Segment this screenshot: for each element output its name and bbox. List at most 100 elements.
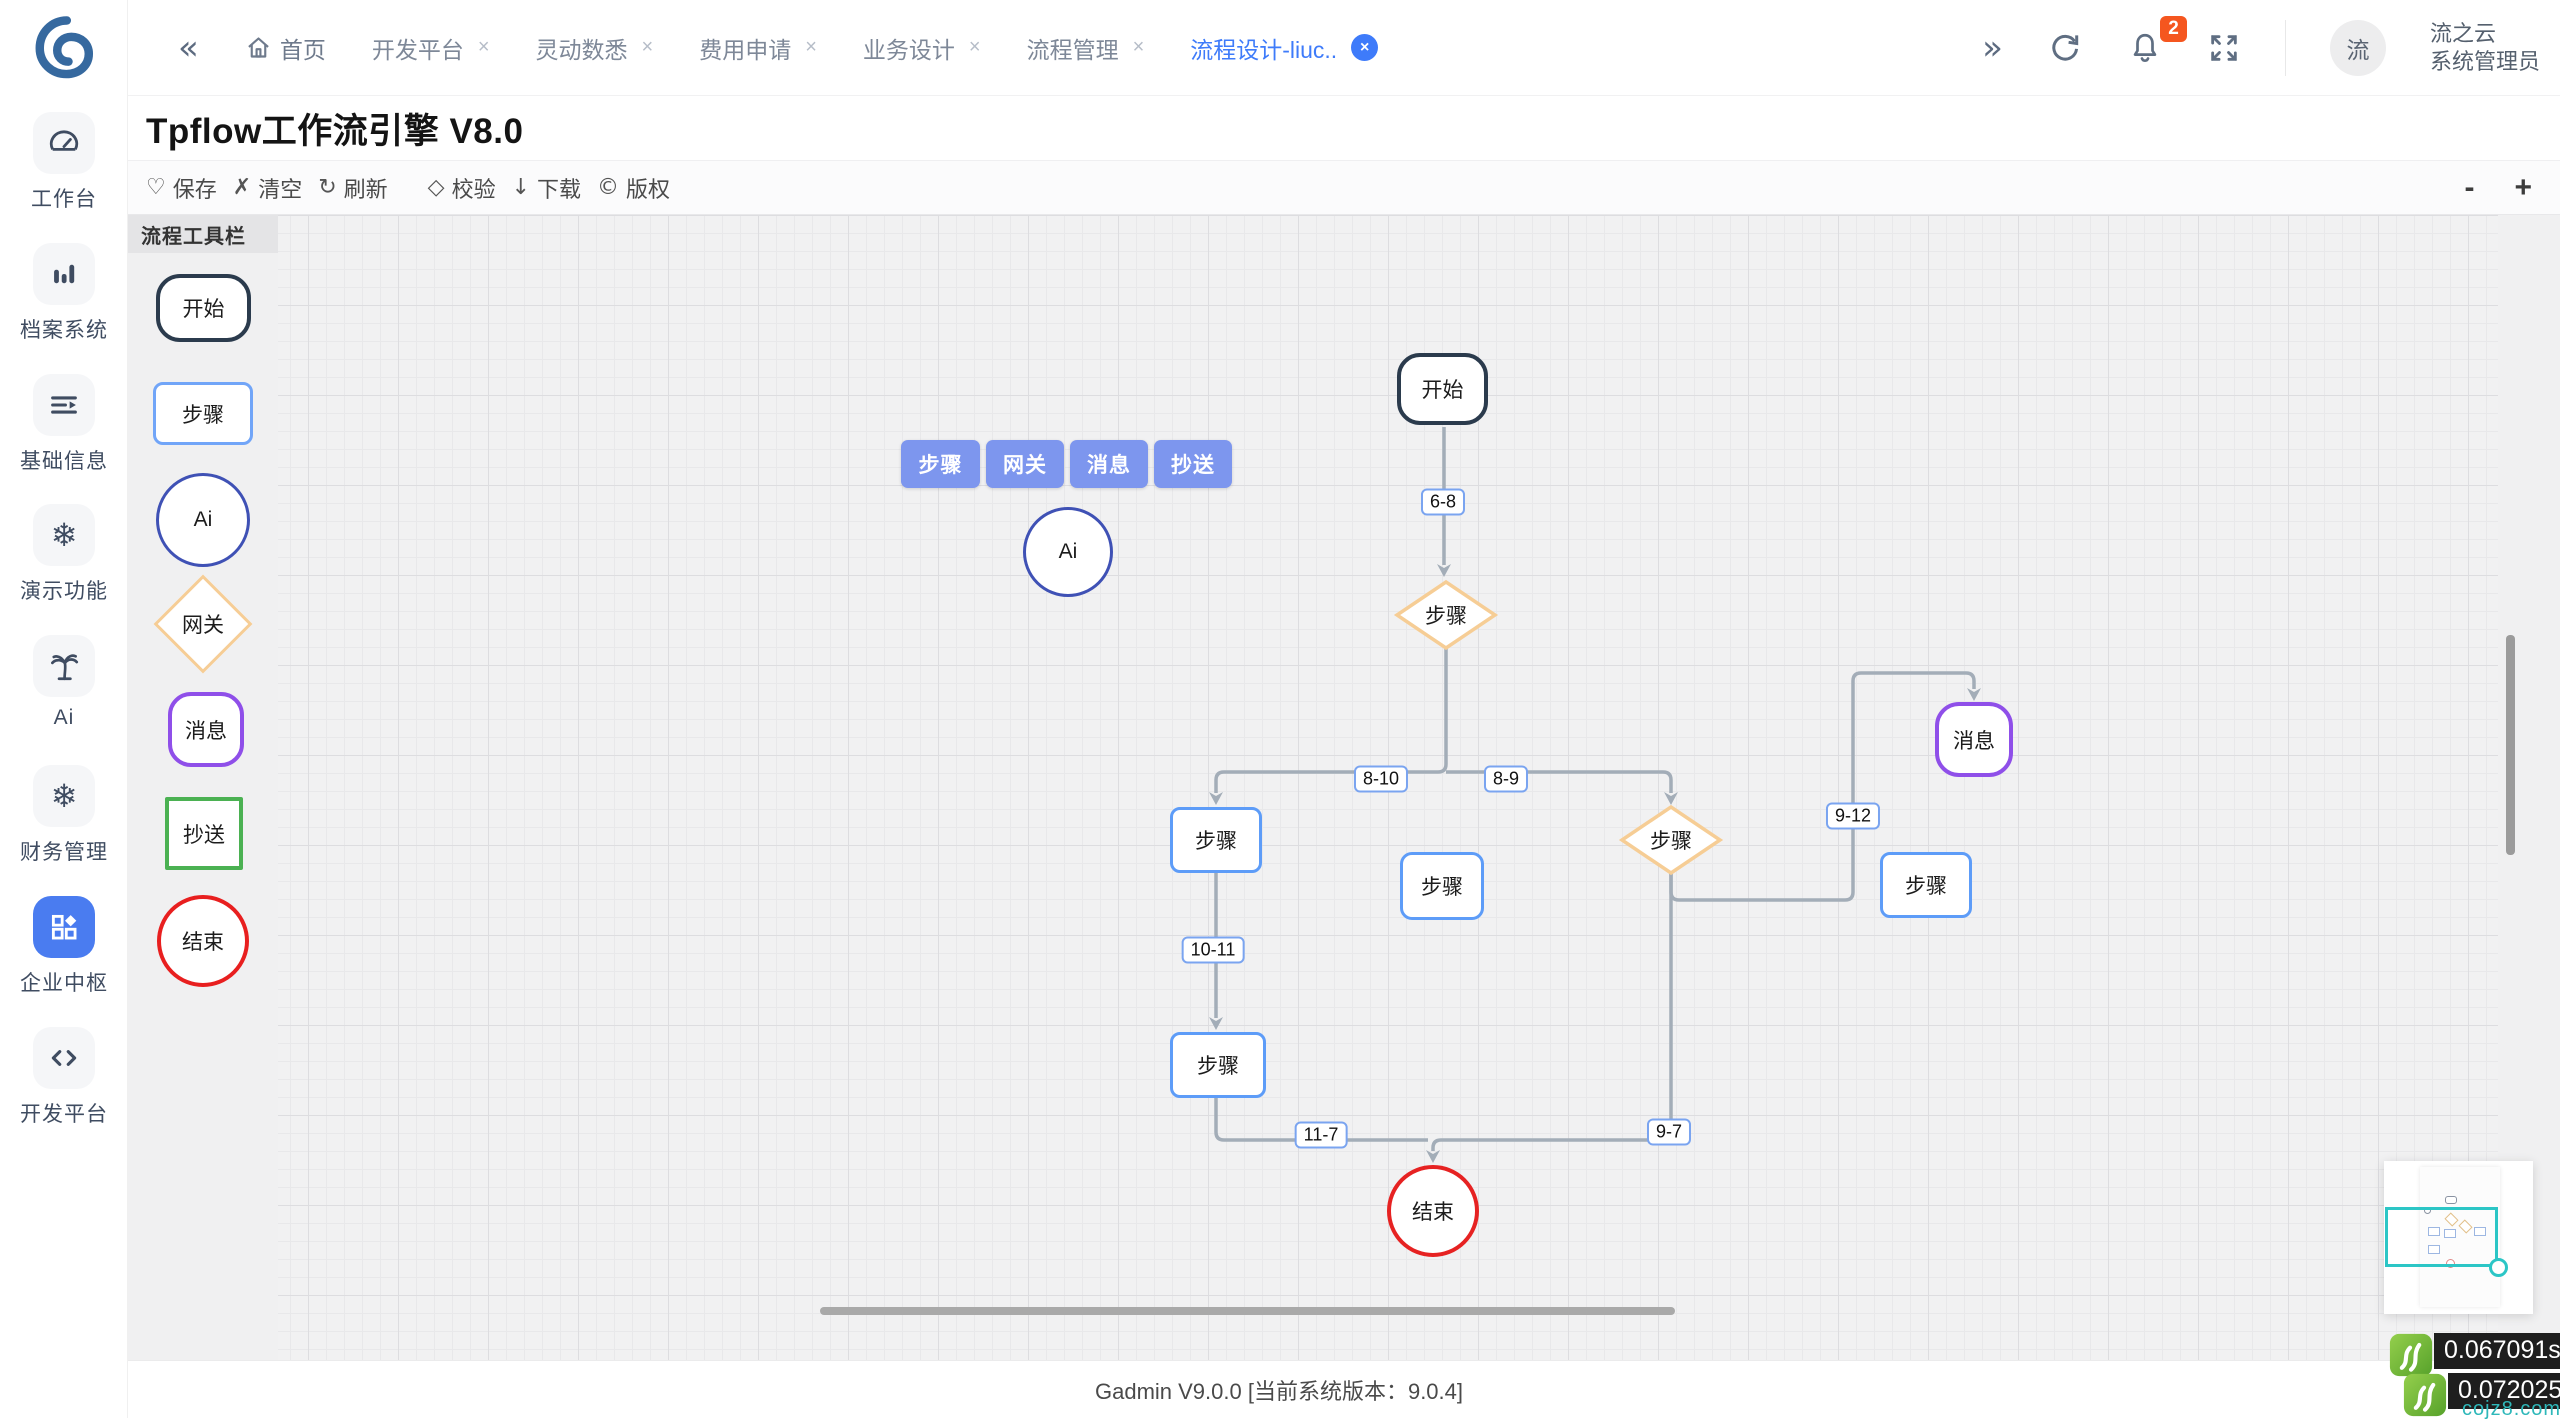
tab-expense[interactable]: 费用申请 ×: [699, 31, 817, 65]
copyright-button[interactable]: © 版权: [597, 172, 670, 204]
validate-button[interactable]: ◇ 校验: [428, 172, 496, 204]
save-label: 保存: [172, 176, 217, 202]
heart-icon: ♡: [146, 175, 166, 200]
edge-label-6-8[interactable]: 6-8: [1420, 488, 1466, 516]
palette-copy-shape[interactable]: 抄送: [165, 797, 243, 870]
save-button[interactable]: ♡ 保存: [146, 172, 217, 204]
sidebar-item-basic-info[interactable]: 基础信息: [0, 374, 128, 475]
palette-message-shape[interactable]: 消息: [168, 692, 244, 767]
main-area: « 首页 开发平台 × 灵动数悉 × 费用申请 × 业务设计 × 流程管理 × …: [128, 0, 2560, 1418]
step-node-10[interactable]: 步骤: [1170, 807, 1262, 873]
flow-canvas[interactable]: 流程工具栏 开始 步骤 Ai 网关 消息 抄送 结束 开始 步骤 步骤 步骤 步…: [128, 215, 2560, 1360]
home-icon: [245, 34, 272, 61]
gateway9-label[interactable]: 步骤: [1650, 825, 1692, 855]
refresh-button[interactable]: ↻ 刷新: [318, 172, 387, 204]
step-node-13[interactable]: 步骤: [1400, 852, 1484, 920]
edge-label-8-9[interactable]: 8-9: [1483, 765, 1529, 793]
edge-label-9-7[interactable]: 9-7: [1646, 1118, 1692, 1146]
palette-ai-shape[interactable]: Ai: [156, 473, 250, 567]
tab-process-mgmt[interactable]: 流程管理 ×: [1027, 31, 1145, 65]
sidebar-item-dev-platform[interactable]: 开发平台: [0, 1027, 128, 1128]
ai-node[interactable]: Ai: [1023, 507, 1113, 597]
sidebar-item-finance[interactable]: ❄ 财务管理: [0, 765, 128, 866]
popup-button-label: 消息: [1087, 454, 1131, 477]
user-name[interactable]: 流之云 系统管理员: [2430, 20, 2540, 76]
app-logo-icon[interactable]: [33, 14, 95, 80]
tab-bar: « 首页 开发平台 × 灵动数悉 × 费用申请 × 业务设计 × 流程管理 × …: [128, 0, 2560, 96]
edge-label-11-7[interactable]: 11-7: [1294, 1121, 1348, 1149]
sidebar-item-workbench[interactable]: 工作台: [0, 112, 128, 213]
close-active-tab-icon[interactable]: ×: [1351, 34, 1379, 61]
sidebar-item-label: 档案系统: [20, 319, 108, 342]
render-time-1: 0.067091s: [2434, 1333, 2560, 1369]
fullscreen-icon[interactable]: [2207, 31, 2241, 65]
refresh-icon[interactable]: [2047, 30, 2083, 66]
close-tab-icon[interactable]: ×: [805, 36, 817, 59]
close-tab-icon[interactable]: ×: [1133, 36, 1145, 59]
sidebar-item-label: 财务管理: [20, 841, 108, 864]
popup-button-label: 网关: [1003, 454, 1047, 477]
minimap-resize-handle[interactable]: [2489, 1258, 2508, 1277]
tab-label: 流程管理: [1026, 36, 1119, 63]
edge-label-9-12[interactable]: 9-12: [1825, 802, 1881, 830]
palette-end-shape[interactable]: 结束: [157, 895, 249, 987]
app-window: 工作台 档案系统 基础信息 ❄ 演示功能 Ai ❄ 财务管理 企业中枢 开发平台…: [0, 0, 2560, 1418]
palette-start-shape[interactable]: 开始: [156, 274, 251, 342]
sidebar-item-archive[interactable]: 档案系统: [0, 243, 128, 344]
swirl-logo-icon: [35, 16, 94, 79]
zoom-in-button[interactable]: +: [2514, 171, 2532, 205]
sidebar-item-demo[interactable]: ❄ 演示功能: [0, 504, 128, 605]
flow-edges-layer: [1209, 427, 1981, 1163]
copyright-icon: ©: [597, 175, 620, 200]
node-label: 消息: [1953, 729, 1995, 753]
step-node-11[interactable]: 步骤: [1170, 1032, 1266, 1098]
step-node-12[interactable]: 步骤: [1880, 852, 1972, 918]
gateway8-label[interactable]: 步骤: [1425, 600, 1467, 630]
tab-dev-platform[interactable]: 开发平台 ×: [372, 31, 490, 65]
list-arrow-icon: [33, 374, 95, 436]
notification-count-badge: 2: [2159, 15, 2187, 42]
download-button[interactable]: ↓ 下载: [512, 172, 581, 204]
popup-add-copy-button[interactable]: 抄送: [1154, 440, 1232, 488]
expand-tabs-icon[interactable]: »: [1982, 31, 2003, 65]
popup-button-label: 抄送: [1171, 454, 1215, 477]
palette-step-shape[interactable]: 步骤: [153, 382, 253, 445]
close-tab-icon[interactable]: ×: [969, 36, 981, 59]
clear-label: 清空: [258, 176, 303, 202]
sidebar-item-label: 企业中枢: [20, 972, 108, 995]
node-label: 步骤: [1195, 830, 1237, 853]
popup-add-message-button[interactable]: 消息: [1070, 440, 1148, 488]
title-bar: Tpflow工作流引擎 V8.0: [128, 96, 2560, 160]
close-tab-icon[interactable]: ×: [642, 36, 654, 59]
sidebar-item-enterprise-hub[interactable]: 企业中枢: [0, 896, 128, 997]
end-node[interactable]: 结束: [1387, 1165, 1479, 1257]
popup-add-step-button[interactable]: 步骤: [901, 440, 980, 488]
start-node[interactable]: 开始: [1397, 353, 1488, 425]
popup-add-gateway-button[interactable]: 网关: [986, 440, 1064, 488]
collapse-tabs-icon[interactable]: «: [178, 31, 199, 65]
sidebar-item-ai[interactable]: Ai: [0, 635, 128, 730]
tab-business-design[interactable]: 业务设计 ×: [863, 31, 981, 65]
vertical-scrollbar[interactable]: [2506, 635, 2515, 855]
user-org: 流之云: [2429, 20, 2496, 46]
palette-shape-label: 抄送: [183, 823, 225, 847]
tab-label: 开发平台: [371, 36, 464, 63]
palette-title: 流程工具栏: [128, 215, 278, 253]
tab-process-design-active[interactable]: 流程设计-liuc.. ×: [1190, 31, 1379, 65]
clear-button[interactable]: ✗ 清空: [233, 172, 302, 204]
zoom-out-button[interactable]: -: [2464, 171, 2474, 205]
palette-shape-label: 网关: [182, 614, 224, 637]
user-avatar[interactable]: 流: [2329, 19, 2386, 76]
minimap-viewport[interactable]: [2385, 1207, 2498, 1267]
node-label: 步骤: [1421, 876, 1463, 899]
message-node[interactable]: 消息: [1935, 702, 2013, 777]
tab-home[interactable]: 首页: [245, 31, 326, 65]
tab-lingdong[interactable]: 灵动数悉 ×: [536, 31, 654, 65]
edge-label-10-11[interactable]: 10-11: [1181, 936, 1245, 964]
horizontal-scrollbar[interactable]: [820, 1307, 1675, 1315]
main-sidebar: 工作台 档案系统 基础信息 ❄ 演示功能 Ai ❄ 财务管理 企业中枢 开发平台: [0, 0, 128, 1418]
perf-badge-1: 0.067091s: [2388, 1333, 2560, 1377]
notifications-bell-icon[interactable]: 2: [2127, 15, 2187, 66]
edge-label-8-10[interactable]: 8-10: [1353, 765, 1409, 793]
close-tab-icon[interactable]: ×: [478, 36, 490, 59]
